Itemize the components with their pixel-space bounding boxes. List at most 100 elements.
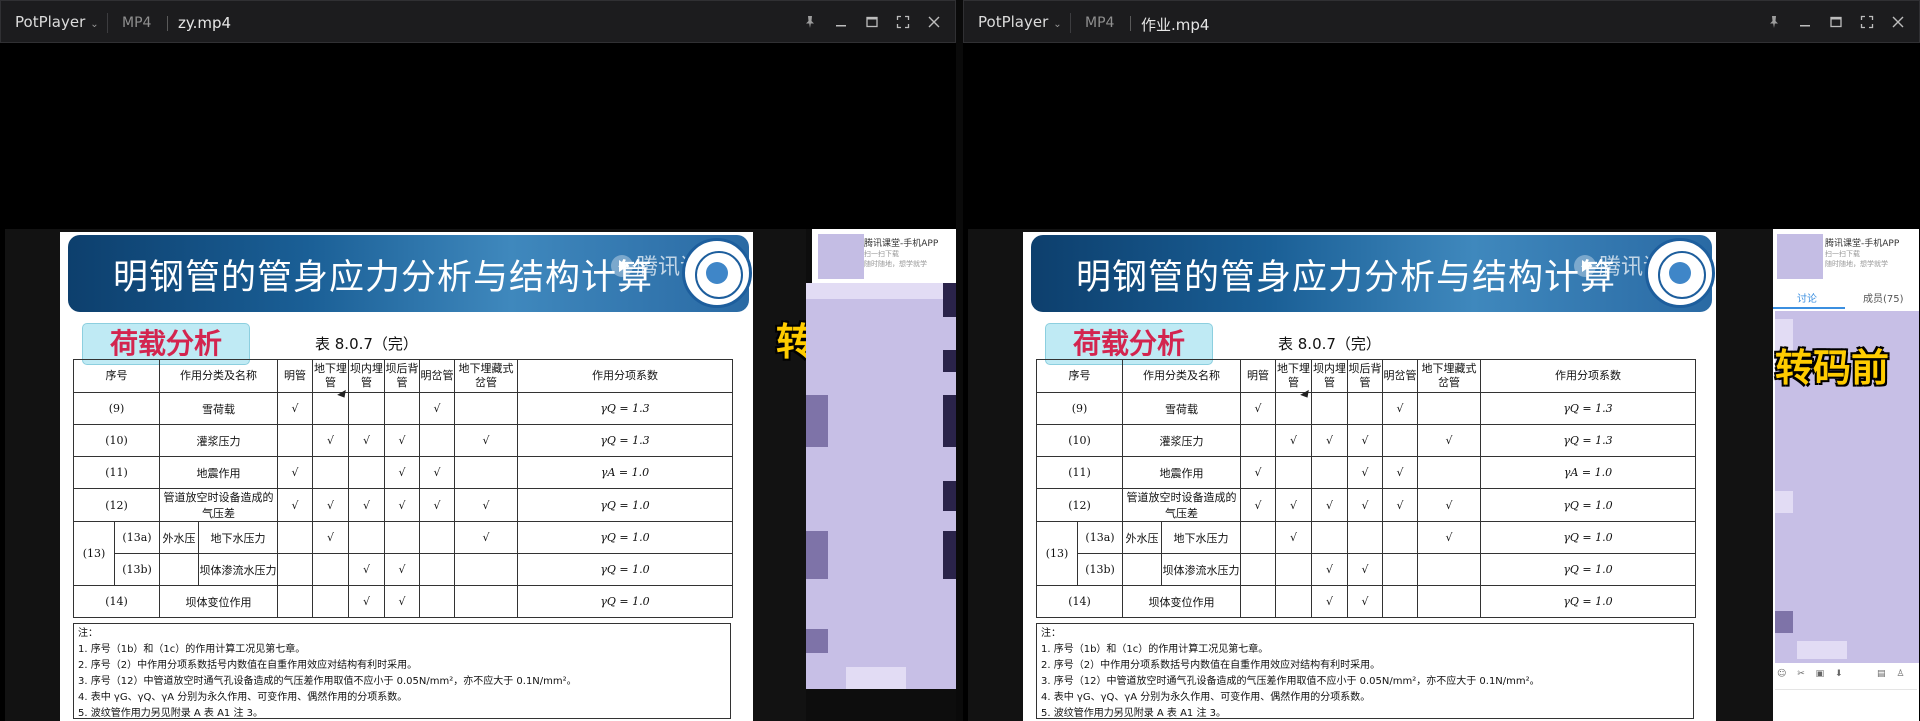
check-cell (1240, 424, 1276, 457)
row-name: 地震作用 (159, 456, 278, 489)
check-cell (1347, 392, 1383, 425)
video-area[interactable]: 明钢管的管身应力分析与结构计算 腾讯课 荷载分析 表 8.0.7（完） 序号 作… (5, 229, 956, 721)
chat-toolbar-right[interactable]: ▤ ♙ (1877, 669, 1908, 679)
check-cell: √ (384, 488, 420, 522)
check-cell: √ (348, 585, 385, 618)
format-label: MP4 (1085, 15, 1115, 31)
app-menu-button[interactable]: PotPlayer ⌄ (978, 13, 1062, 31)
minimize-icon[interactable] (1789, 9, 1820, 35)
player-window-right: PotPlayer ⌄ MP4 作业.mp4 明钢管的管身应力分析与结构计算 腾讯… (963, 0, 1920, 721)
pin-icon[interactable] (1758, 9, 1789, 35)
chat-input[interactable] (1775, 689, 1917, 720)
table-row: (10) 灌浆压力 √ √ √ √ γQ = 1.3 (1036, 424, 1696, 457)
table-notes: 注： 1. 序号（1b）和（1c）的作用计算工况见第七章。 2. 序号（2）中作… (73, 623, 731, 719)
close-icon[interactable] (1882, 9, 1913, 35)
chat-block (1775, 491, 1793, 513)
chat-toolbar[interactable]: ☺ ✂ ▣ ⬇ (1777, 669, 1847, 679)
lecture-slide: 明钢管的管身应力分析与结构计算 腾讯课 荷载分析 表 8.0.7（完） 序号 作… (1023, 232, 1716, 721)
title-bar[interactable]: PotPlayer ⌄ MP4 作业.mp4 (963, 0, 1920, 43)
coefficient-cell: γQ = 1.0 (1480, 521, 1696, 554)
title-bar[interactable]: PotPlayer ⌄ MP4 zy.mp4 (0, 0, 956, 43)
table-row: (14) 坝体变位作用 √ √ γQ = 1.0 (1036, 585, 1696, 618)
check-cell: √ (1311, 424, 1348, 457)
check-cell (348, 456, 385, 489)
note-line: 3. 序号（12）中管道放空时通气孔设备造成的气压差作用取值不应小于 0.05N… (78, 676, 577, 687)
row-number: (11) (73, 456, 160, 489)
active-tab-indicator (1773, 307, 1845, 309)
maximize-icon[interactable] (1820, 9, 1851, 35)
note-line: 2. 序号（2）中作用分项系数括号内数值在自重作用效应对结构有利时采用。 (78, 660, 418, 671)
check-cell (384, 521, 420, 554)
chevron-down-icon: ⌄ (1053, 19, 1062, 30)
note-line: 4. 表中 γG、γQ、γA 分别为永久作用、可变作用、偶然作用的分项系数。 (78, 692, 408, 703)
check-cell: √ (348, 488, 385, 522)
note-line: 2. 序号（2）中作用分项系数括号内数值在自重作用效应对结构有利时采用。 (1041, 660, 1381, 671)
panel-sub-label: 扫一扫下载 随时随地，想学就学 (1825, 249, 1888, 269)
fullscreen-icon[interactable] (887, 9, 918, 35)
chat-block (806, 629, 828, 653)
row-subnumber: (13b) (114, 553, 160, 586)
table-caption: 表 8.0.7（完） (1278, 335, 1381, 353)
check-cell (1417, 553, 1481, 586)
chat-block (943, 531, 956, 579)
minimize-icon[interactable] (825, 9, 856, 35)
check-cell: √ (1347, 424, 1383, 457)
group-label: 外水压 (1123, 522, 1162, 553)
emoji-icon[interactable]: ☺ ✂ ▣ ⬇ (1777, 669, 1847, 679)
window-controls (794, 9, 949, 35)
header-cell: 序号 (73, 359, 160, 393)
row-subnumber: (13a) (114, 521, 160, 554)
check-cell: √ (1275, 521, 1312, 554)
check-cell: √ (1275, 424, 1312, 457)
header-cell: 地下埋管 (1275, 359, 1312, 393)
transcode-label: 转码前 (1775, 346, 1890, 390)
header-cell: 地下埋藏式岔管 (454, 359, 518, 393)
check-cell: √ (277, 456, 313, 489)
note-line: 3. 序号（12）中管道放空时通气孔设备造成的气压差作用取值不应小于 0.05N… (1041, 676, 1540, 687)
header-cell: 坝后背管 (384, 359, 420, 393)
header-cell: 地下埋藏式岔管 (1417, 359, 1481, 393)
note-line: 注： (1041, 628, 1061, 639)
table-row: (12) 管道放空时设备造成的气压差 √ √ √ √ √ √ γQ = 1.0 (73, 488, 733, 522)
file-name: zy.mp4 (178, 14, 232, 32)
table-row: (9) 雪荷载 √ √ γQ = 1.3 (73, 392, 733, 425)
check-cell: √ (1417, 488, 1481, 522)
coefficient-cell: γQ = 1.0 (517, 521, 733, 554)
panel-sub-line: 随时随地，想学就学 (864, 260, 927, 268)
check-cell (1382, 424, 1418, 457)
check-cell: √ (1382, 392, 1418, 425)
window-gap (956, 0, 963, 721)
check-cell (277, 553, 313, 586)
note-line: 1. 序号（1b）和（1c）的作用计算工况见第七章。 (78, 644, 306, 655)
check-cell: √ (1275, 488, 1312, 522)
window-controls (1758, 9, 1913, 35)
check-cell: √ (277, 488, 313, 522)
chat-block (943, 395, 956, 447)
row-name-split: 坝体渗流水压力 (159, 553, 278, 586)
coefficient-cell: γQ = 1.0 (517, 488, 733, 522)
divider (107, 13, 108, 33)
divider (167, 16, 168, 31)
check-cell: √ (384, 456, 420, 489)
check-cell (454, 456, 518, 489)
table-header: 序号 作用分类及名称 明管 地下埋管 坝内埋管 坝后背管 明岔管 地下埋藏式岔管… (73, 359, 733, 393)
fullscreen-icon[interactable] (1851, 9, 1882, 35)
note-line: 注： (78, 628, 98, 639)
check-cell: √ (1347, 488, 1383, 522)
load-factor-table: 序号 作用分类及名称 明管 地下埋管 坝内埋管 坝后背管 明岔管 地下埋藏式岔管… (73, 359, 733, 618)
coefficient-cell: γQ = 1.0 (517, 553, 733, 586)
check-cell: √ (454, 521, 518, 554)
app-menu-button[interactable]: PotPlayer ⌄ (15, 13, 99, 31)
screenshot-icon[interactable]: ▤ ♙ (1877, 669, 1908, 679)
note-line: 1. 序号（1b）和（1c）的作用计算工况见第七章。 (1041, 644, 1269, 655)
check-cell (312, 585, 349, 618)
tab-discuss[interactable]: 讨论 (1797, 290, 1817, 305)
table-row: (13b) 坝体渗流水压力 √ √ γQ = 1.0 (74, 553, 733, 586)
close-icon[interactable] (918, 9, 949, 35)
tab-members[interactable]: 成员(75) (1863, 290, 1904, 305)
video-area[interactable]: 明钢管的管身应力分析与结构计算 腾讯课 荷载分析 表 8.0.7（完） 序号 作… (968, 229, 1919, 721)
chat-area[interactable] (806, 283, 956, 689)
maximize-icon[interactable] (856, 9, 887, 35)
pin-icon[interactable] (794, 9, 825, 35)
header-cell: 作用分项系数 (1480, 359, 1696, 393)
